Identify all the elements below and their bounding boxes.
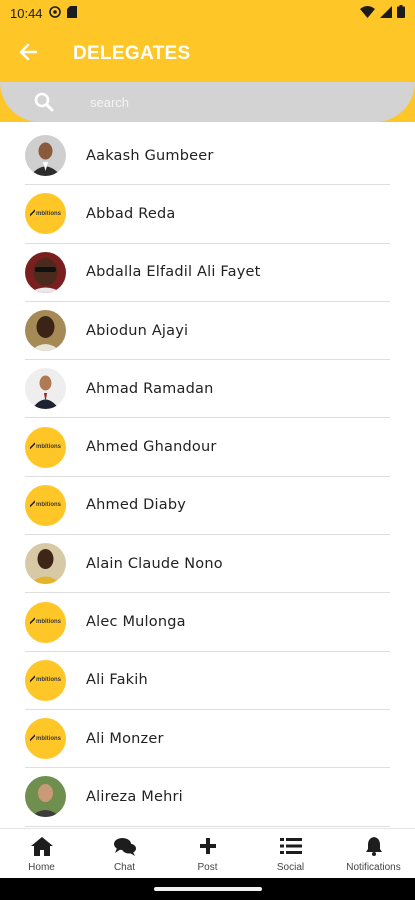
nav-label: Social bbox=[276, 862, 305, 873]
delegate-name: Ahmad Ramadan bbox=[86, 380, 214, 397]
delegate-name: Ahmed Diaby bbox=[86, 497, 187, 514]
status-bar: 10:44 bbox=[0, 0, 415, 26]
list-item[interactable]: mbitions Ali Fakih bbox=[25, 652, 390, 710]
list-icon bbox=[279, 836, 302, 856]
home-icon bbox=[30, 836, 53, 856]
delegate-name: Alireza Mehri bbox=[86, 788, 183, 805]
avatar bbox=[25, 776, 66, 818]
signal-icon bbox=[380, 5, 392, 21]
delegate-list: Aakash Gumbeer mbitions Abbad Reda Abdal… bbox=[0, 127, 415, 827]
gesture-handle[interactable] bbox=[153, 887, 262, 891]
battery-icon bbox=[397, 5, 405, 21]
list-item[interactable]: mbitions Ali Monzer bbox=[25, 710, 390, 769]
ambition-logo: mbitions bbox=[30, 674, 61, 684]
search-icon bbox=[34, 92, 54, 112]
list-item[interactable]: Alireza Mehri bbox=[25, 768, 390, 827]
page-title: DELEGATES bbox=[73, 43, 191, 64]
search-container bbox=[0, 82, 415, 122]
avatar bbox=[25, 368, 66, 410]
wifi-icon bbox=[360, 5, 375, 21]
avatar: mbitions bbox=[25, 601, 66, 643]
nav-label: Notifications bbox=[346, 862, 401, 873]
avatar bbox=[25, 135, 66, 177]
search-bar[interactable] bbox=[0, 82, 415, 122]
list-item[interactable]: Abdalla Elfadil Ali Fayet bbox=[25, 244, 390, 302]
nav-social[interactable]: Social bbox=[249, 829, 332, 878]
list-item[interactable]: Alain Claude Nono bbox=[25, 535, 390, 594]
status-time: 10:44 bbox=[10, 5, 43, 21]
list-item[interactable]: mbitions Abbad Reda bbox=[25, 185, 390, 244]
nav-home[interactable]: Home bbox=[0, 829, 83, 878]
list-item[interactable]: mbitions Ahmed Diaby bbox=[25, 477, 390, 536]
avatar bbox=[25, 310, 66, 352]
bell-icon bbox=[363, 836, 385, 856]
at-sign-icon bbox=[48, 5, 61, 21]
delegate-name: Abdalla Elfadil Ali Fayet bbox=[86, 264, 261, 281]
ambition-logo: mbitions bbox=[30, 441, 61, 451]
arrow-left-icon bbox=[19, 43, 38, 65]
nav-label: Post bbox=[197, 862, 218, 873]
ambition-logo: mbitions bbox=[30, 616, 61, 626]
bottom-nav: Home Chat Post Social Notifications bbox=[0, 828, 415, 878]
avatar bbox=[25, 251, 66, 293]
chat-icon bbox=[113, 836, 136, 856]
avatar: mbitions bbox=[25, 659, 66, 701]
list-item[interactable]: Abiodun Ajayi bbox=[25, 302, 390, 361]
nav-label: Chat bbox=[113, 862, 136, 873]
delegate-name: Abiodun Ajayi bbox=[86, 322, 189, 339]
list-item[interactable]: mbitions Ahmed Ghandour bbox=[25, 418, 390, 477]
avatar bbox=[25, 543, 66, 585]
list-item[interactable]: mbitions Alec Mulonga bbox=[25, 593, 390, 652]
back-button[interactable] bbox=[0, 26, 56, 82]
avatar: mbitions bbox=[25, 718, 66, 760]
plus-icon bbox=[197, 836, 219, 856]
ambition-logo: mbitions bbox=[30, 732, 61, 742]
nav-chat[interactable]: Chat bbox=[83, 829, 166, 878]
delegate-name: Ahmed Ghandour bbox=[86, 439, 217, 456]
delegate-name: Ali Fakih bbox=[86, 672, 148, 689]
delegate-name: Ali Monzer bbox=[86, 730, 164, 747]
avatar: mbitions bbox=[25, 426, 66, 468]
delegate-name: Alain Claude Nono bbox=[86, 555, 223, 572]
ambition-logo: mbitions bbox=[30, 499, 61, 509]
delegate-name: Alec Mulonga bbox=[86, 614, 186, 631]
app-bar: DELEGATES bbox=[0, 26, 415, 82]
delegate-name: Aakash Gumbeer bbox=[86, 147, 214, 164]
nav-post[interactable]: Post bbox=[166, 829, 249, 878]
sd-card-icon bbox=[66, 5, 77, 21]
avatar: mbitions bbox=[25, 484, 66, 526]
nav-notifications[interactable]: Notifications bbox=[332, 829, 415, 878]
list-item[interactable]: Ahmad Ramadan bbox=[25, 360, 390, 419]
gesture-bar bbox=[0, 878, 415, 900]
list-item[interactable]: Aakash Gumbeer bbox=[25, 127, 390, 186]
nav-label: Home bbox=[28, 862, 55, 873]
ambition-logo: mbitions bbox=[30, 207, 61, 217]
delegate-name: Abbad Reda bbox=[86, 205, 176, 222]
search-input[interactable] bbox=[90, 94, 350, 110]
avatar: mbitions bbox=[25, 193, 66, 235]
